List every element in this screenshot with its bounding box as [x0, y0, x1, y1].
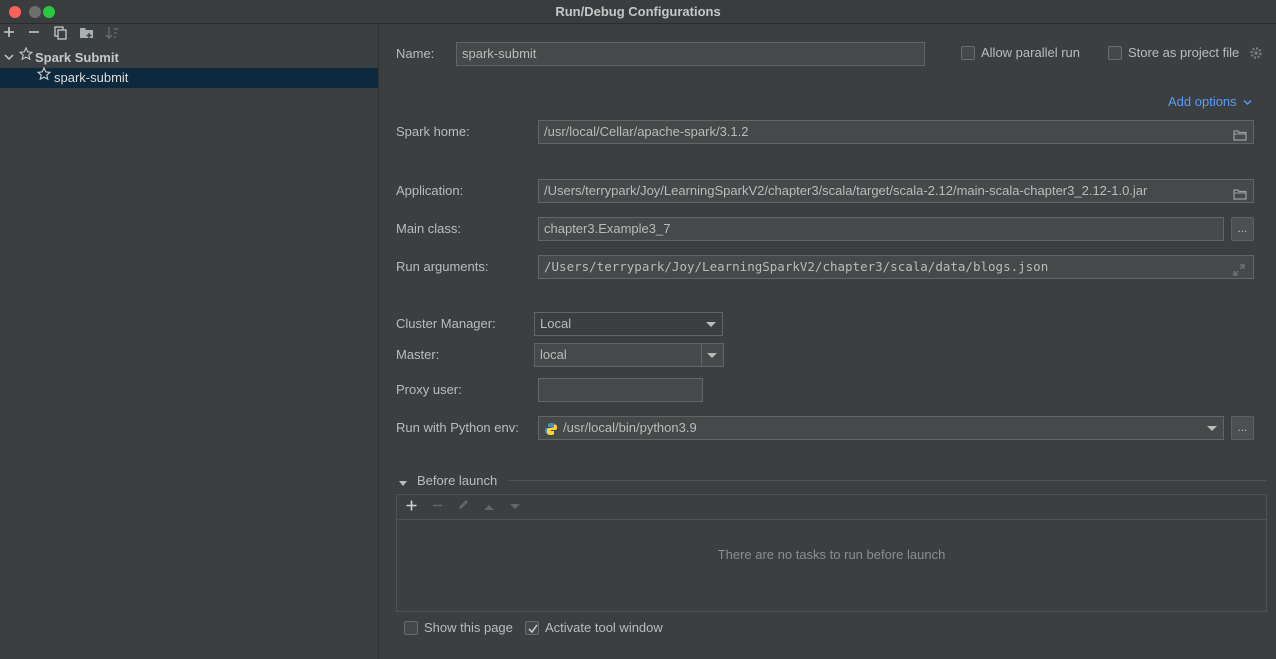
chevron-down-icon[interactable]: [398, 476, 408, 491]
tree-toolbar: [0, 24, 378, 46]
cluster-manager-select[interactable]: Local: [534, 312, 723, 336]
star-icon: [36, 66, 52, 87]
python-env-browse-button[interactable]: ...: [1231, 416, 1254, 440]
arrow-down-icon[interactable]: [507, 499, 523, 515]
window-title: Run/Debug Configurations: [555, 4, 721, 19]
chevron-down-icon: [1243, 94, 1252, 109]
master-value: local: [540, 347, 567, 362]
chevron-down-icon[interactable]: [707, 353, 717, 358]
application-value: /Users/terrypark/Joy/LearningSparkV2/cha…: [544, 183, 1148, 198]
activate-tool-window-checkbox[interactable]: [525, 621, 539, 635]
combo-divider: [701, 344, 702, 366]
add-icon[interactable]: [1, 26, 17, 42]
main-class-label: Main class:: [396, 221, 462, 236]
activate-tool-window-label: Activate tool window: [545, 620, 663, 635]
name-field[interactable]: spark-submit: [456, 42, 925, 66]
chevron-down-icon: [1207, 426, 1217, 431]
title-bar: Run/Debug Configurations: [0, 0, 1276, 24]
store-as-project-file-label: Store as project file: [1128, 45, 1240, 60]
proxy-user-field[interactable]: [538, 378, 703, 402]
before-launch-tasks: There are no tasks to run before launch: [396, 494, 1267, 612]
configurations-tree-panel: Spark Submit spark-submit: [0, 24, 379, 659]
folder-icon[interactable]: [1233, 126, 1247, 141]
tree-item-label: spark-submit: [54, 70, 129, 85]
python-env-label: Run with Python env:: [396, 420, 519, 435]
folder-icon[interactable]: [1233, 185, 1247, 200]
tree-group-label: Spark Submit: [35, 50, 119, 65]
allow-parallel-run-checkbox[interactable]: [961, 46, 975, 60]
tree-item-spark-submit[interactable]: spark-submit: [0, 66, 378, 88]
run-arguments-field[interactable]: /Users/terrypark/Joy/LearningSparkV2/cha…: [538, 255, 1254, 279]
arrow-up-icon[interactable]: [481, 499, 497, 515]
remove-icon[interactable]: [26, 26, 42, 42]
spark-home-label: Spark home:: [396, 124, 470, 139]
folder-add-icon[interactable]: [78, 26, 94, 42]
empty-tasks-message: There are no tasks to run before launch: [717, 547, 946, 562]
run-arguments-value: /Users/terrypark/Joy/LearningSparkV2/cha…: [544, 259, 1049, 274]
spark-home-field[interactable]: /usr/local/Cellar/apache-spark/3.1.2: [538, 120, 1254, 144]
run-arguments-label: Run arguments:: [396, 259, 489, 274]
chevron-down-icon: [706, 322, 716, 327]
python-env-value: /usr/local/bin/python3.9: [563, 420, 697, 435]
tree-group-spark-submit[interactable]: Spark Submit: [0, 46, 378, 68]
pencil-icon[interactable]: [455, 499, 471, 515]
chevron-down-icon[interactable]: [4, 48, 14, 68]
add-options-link[interactable]: Add options: [1168, 94, 1252, 109]
gear-icon[interactable]: [1249, 46, 1263, 63]
before-launch-title[interactable]: Before launch: [417, 473, 497, 488]
cluster-manager-label: Cluster Manager:: [396, 316, 496, 331]
python-icon: [544, 421, 558, 439]
application-field[interactable]: /Users/terrypark/Joy/LearningSparkV2/cha…: [538, 179, 1254, 203]
store-as-project-file-checkbox[interactable]: [1108, 46, 1122, 60]
show-this-page-checkbox[interactable]: [404, 621, 418, 635]
section-divider: [508, 480, 1266, 481]
star-icon: [18, 46, 34, 67]
tasks-toolbar: [397, 495, 1266, 520]
main-class-browse-button[interactable]: ...: [1231, 217, 1254, 241]
cluster-manager-value: Local: [540, 316, 572, 331]
checkmark-icon: [528, 619, 538, 637]
copy-icon[interactable]: [52, 26, 68, 42]
name-label: Name:: [396, 46, 435, 61]
master-label: Master:: [396, 347, 440, 362]
proxy-user-label: Proxy user:: [396, 382, 462, 397]
application-label: Application:: [396, 183, 464, 198]
sort-icon[interactable]: [104, 26, 120, 42]
expand-icon[interactable]: [1233, 261, 1247, 276]
remove-icon[interactable]: [429, 499, 445, 515]
python-env-select[interactable]: /usr/local/bin/python3.9: [538, 416, 1224, 440]
show-this-page-label: Show this page: [424, 620, 513, 635]
master-combobox[interactable]: local: [534, 343, 724, 367]
spark-home-value: /usr/local/Cellar/apache-spark/3.1.2: [544, 124, 749, 139]
add-options-label: Add options: [1168, 94, 1237, 109]
add-icon[interactable]: [403, 499, 419, 515]
main-class-field[interactable]: chapter3.Example3_7: [538, 217, 1224, 241]
allow-parallel-run-label: Allow parallel run: [981, 45, 1080, 60]
